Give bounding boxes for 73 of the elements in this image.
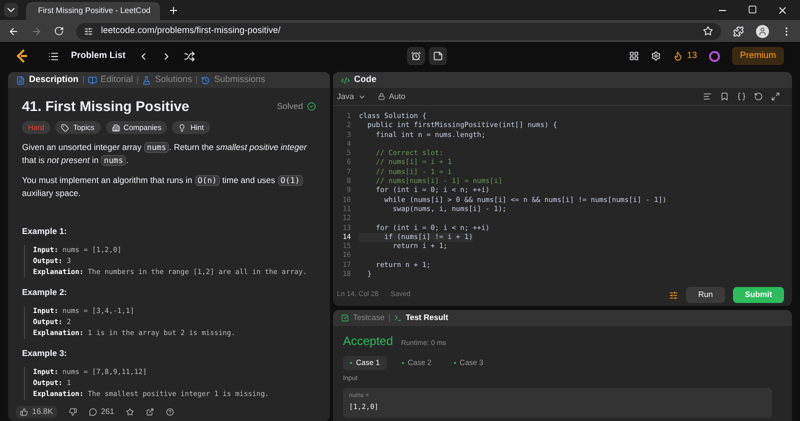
panel-tab[interactable]: Editorial	[88, 73, 134, 87]
panel-title: Code	[354, 73, 376, 86]
example-heading: Example 3:	[22, 347, 68, 359]
braces-icon[interactable]	[737, 92, 746, 101]
bookmark-icon[interactable]	[720, 92, 729, 101]
points-icon[interactable]	[708, 50, 720, 62]
alarm-clock-icon	[410, 51, 421, 61]
note-icon	[432, 51, 443, 61]
browser-tab[interactable]: First Missing Positive - LeetCod	[26, 2, 160, 20]
thumbs-up-icon	[20, 408, 28, 416]
help-icon[interactable]	[166, 408, 174, 416]
flame-icon	[672, 51, 683, 61]
description-paragraph: You must implement an algorithm that runs in O(n) time and uses O(1) auxiliary space.	[22, 174, 316, 199]
panel-tab[interactable]: Submissions	[201, 73, 266, 87]
settings-icon[interactable]	[650, 51, 661, 61]
shuffle-icon[interactable]	[184, 50, 195, 62]
forward-icon[interactable]	[31, 26, 42, 36]
language-dropdown[interactable]: Java	[337, 90, 366, 102]
streak-counter[interactable]: 13	[672, 49, 697, 63]
star-icon[interactable]	[126, 408, 134, 416]
format-icon[interactable]	[703, 92, 712, 101]
back-icon[interactable]	[8, 26, 19, 36]
tools-icon[interactable]	[669, 290, 678, 300]
checkbox-icon	[341, 314, 349, 322]
lightbulb-icon	[178, 124, 186, 132]
verdict-text: Accepted	[343, 333, 394, 350]
reset-icon[interactable]	[754, 92, 763, 101]
like-button[interactable]: 16.8K	[16, 406, 57, 418]
code-icon	[341, 76, 350, 84]
list-icon[interactable]	[48, 50, 59, 62]
reload-icon[interactable]	[54, 26, 64, 36]
document-icon	[16, 76, 25, 84]
panel-tab[interactable]: Testcase	[341, 312, 385, 324]
logo-icon[interactable]	[16, 49, 28, 63]
tag-icon	[61, 124, 70, 132]
example-heading: Example 2:	[22, 286, 68, 298]
dislike-icon[interactable]	[68, 408, 77, 416]
site-settings-icon[interactable]	[84, 26, 93, 36]
panel-tab[interactable]: Solutions	[142, 73, 192, 87]
tab-title: First Missing Positive - LeetCod	[38, 5, 150, 17]
notes-button[interactable]	[428, 47, 447, 65]
close-icon[interactable]	[777, 4, 788, 16]
check-circle-icon	[307, 102, 316, 110]
extensions-icon[interactable]	[733, 26, 744, 36]
problem-title: 41. First Missing Positive	[22, 97, 190, 116]
description-paragraph: Given an unsorted integer array nums . Return the smallest positive integer that is not present in nums .	[22, 141, 308, 167]
avatar-icon[interactable]	[756, 24, 769, 38]
url-text: leetcode.com/problems/first-missing-positive/	[101, 24, 281, 38]
share-icon[interactable]	[146, 408, 154, 416]
expand-icon[interactable]	[771, 92, 780, 101]
flask-icon	[142, 76, 152, 84]
terminal-icon	[394, 314, 402, 322]
run-button[interactable]: Run	[686, 287, 725, 303]
maximize-icon[interactable]	[748, 4, 757, 14]
mode-label: Auto	[378, 90, 406, 102]
new-tab-icon[interactable]	[168, 4, 179, 16]
book-icon	[88, 76, 97, 84]
problem-list-link[interactable]: Problem List	[71, 49, 126, 63]
timer-button[interactable]	[406, 47, 425, 65]
comments-button[interactable]: 261	[88, 406, 114, 418]
panel-tab[interactable]: Test Result	[394, 312, 448, 324]
example-heading: Example 1:	[22, 225, 68, 237]
panel-tab[interactable]: Description	[16, 73, 79, 87]
comment-icon	[88, 408, 97, 416]
layout-icon[interactable]	[628, 51, 639, 61]
lock-icon	[378, 93, 385, 100]
address-field[interactable]: leetcode.com/problems/first-missing-positive/	[76, 22, 721, 40]
history-icon	[201, 76, 210, 84]
person-icon	[758, 26, 767, 36]
building-icon	[112, 124, 120, 132]
solved-status: Solved	[277, 100, 316, 112]
premium-button[interactable]: Premium	[732, 47, 784, 65]
tab-search-button[interactable]	[4, 3, 18, 17]
